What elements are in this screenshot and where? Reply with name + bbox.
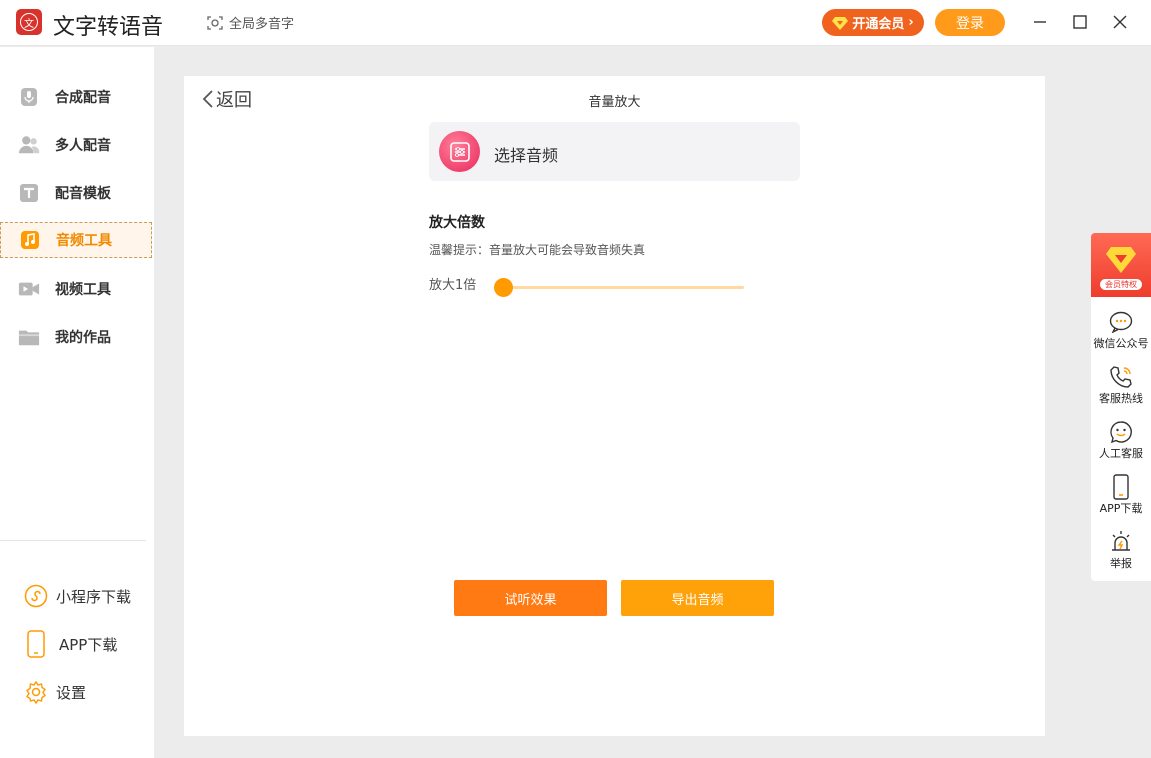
sidebar-item-multi-voice[interactable]: 多人配音 <box>0 127 152 163</box>
music-note-icon <box>19 229 41 251</box>
minimize-button[interactable] <box>1030 12 1050 32</box>
sidebar-item-label: 我的作品 <box>55 330 111 346</box>
app-download-float-link[interactable]: APP下载 <box>1091 474 1151 524</box>
vip-privilege-button[interactable]: 会员特权 <box>1091 233 1151 297</box>
gear-icon <box>24 680 48 704</box>
users-icon <box>18 134 40 156</box>
text-template-icon <box>18 182 40 204</box>
float-item-label: 客服热线 <box>1099 392 1143 405</box>
export-audio-button[interactable]: 导出音频 <box>621 580 774 616</box>
logo-char: 文 <box>20 13 38 31</box>
slider-label: 放大1倍 <box>429 278 477 293</box>
multi-char-label: 全局多音字 <box>229 17 295 32</box>
chevron-right-icon: › <box>908 15 914 30</box>
amplify-factor-title: 放大倍数 <box>429 215 485 231</box>
select-audio-label: 选择音频 <box>494 146 559 165</box>
sidebar-item-audio-tools[interactable]: 音频工具 <box>0 222 152 258</box>
amplify-slider-thumb[interactable] <box>494 278 513 297</box>
minimize-icon <box>1034 21 1046 23</box>
report-link[interactable]: 举报 <box>1091 529 1151 579</box>
sidebar-item-label: 配音模板 <box>55 186 111 202</box>
amplify-slider-track[interactable] <box>502 286 744 289</box>
title-bar: 文 文字转语音 全局多音字 开通会员 › 登录 <box>0 0 1151 46</box>
app-download-link[interactable]: APP下载 <box>0 629 154 659</box>
bottom-item-label: APP下载 <box>59 635 118 654</box>
vip-button[interactable]: 开通会员 › <box>822 9 924 36</box>
service-hotline-link[interactable]: 客服热线 <box>1091 364 1151 414</box>
bottom-item-label: 设置 <box>56 683 87 702</box>
page-title: 音量放大 <box>588 95 641 110</box>
microphone-icon <box>18 86 40 108</box>
diamond-icon <box>832 16 849 30</box>
preview-button[interactable]: 试听效果 <box>454 580 607 616</box>
float-item-label: 微信公众号 <box>1093 337 1149 350</box>
sidebar-item-video-tools[interactable]: 视频工具 <box>0 271 152 307</box>
sidebar: 合成配音 多人配音 配音模板 音频工具 视频工具 我的作品 小程序下载 APP下… <box>0 47 154 758</box>
alarm-icon <box>1108 529 1134 555</box>
select-audio-button[interactable]: 选择音频 <box>429 122 800 181</box>
multi-char-button[interactable]: 全局多音字 <box>207 13 294 32</box>
close-button[interactable] <box>1110 12 1130 32</box>
scan-icon <box>207 15 223 30</box>
sidebar-item-label: 音频工具 <box>56 233 112 249</box>
mobile-icon <box>1108 474 1134 500</box>
phone-icon <box>24 630 48 658</box>
vip-label: 开通会员 <box>852 17 905 32</box>
login-button[interactable]: 登录 <box>935 9 1005 36</box>
folder-icon <box>18 326 40 348</box>
maximize-button[interactable] <box>1070 12 1090 32</box>
sidebar-item-my-works[interactable]: 我的作品 <box>0 319 152 355</box>
sidebar-item-label: 合成配音 <box>55 90 111 106</box>
bottom-item-label: 小程序下载 <box>56 587 132 606</box>
float-item-label: APP下载 <box>1099 502 1143 515</box>
audio-settings-icon <box>439 131 480 172</box>
maximize-icon <box>1073 15 1087 29</box>
right-float-bar: 会员特权 微信公众号 客服热线 人工客服 APP下载 举报 <box>1091 233 1151 581</box>
vip-privilege-label: 会员特权 <box>1100 279 1142 290</box>
app-logo: 文 <box>16 9 42 35</box>
float-item-label: 人工客服 <box>1099 447 1143 460</box>
human-service-link[interactable]: 人工客服 <box>1091 419 1151 469</box>
sidebar-item-template[interactable]: 配音模板 <box>0 175 152 211</box>
video-camera-icon <box>18 278 40 300</box>
distortion-hint: 温馨提示：音量放大可能会导致音频失真 <box>429 243 646 257</box>
sidebar-item-label: 视频工具 <box>55 282 111 298</box>
main-panel: 返回 音量放大 选择音频 放大倍数 温馨提示：音量放大可能会导致音频失真 放大1… <box>184 76 1045 736</box>
wechat-official-link[interactable]: 微信公众号 <box>1091 309 1151 359</box>
sidebar-item-synthesis[interactable]: 合成配音 <box>0 79 152 115</box>
close-icon <box>1113 15 1127 29</box>
app-title: 文字转语音 <box>53 15 164 40</box>
sidebar-item-label: 多人配音 <box>55 138 111 154</box>
float-item-label: 举报 <box>1110 557 1132 570</box>
smile-chat-icon <box>1108 419 1134 445</box>
wechat-chat-icon <box>1108 309 1134 335</box>
settings-link[interactable]: 设置 <box>0 677 154 707</box>
mini-program-icon <box>24 584 48 608</box>
phone-call-icon <box>1108 364 1134 390</box>
diamond-icon <box>1106 247 1136 273</box>
mini-program-download-link[interactable]: 小程序下载 <box>0 581 154 611</box>
sidebar-divider <box>0 540 146 541</box>
